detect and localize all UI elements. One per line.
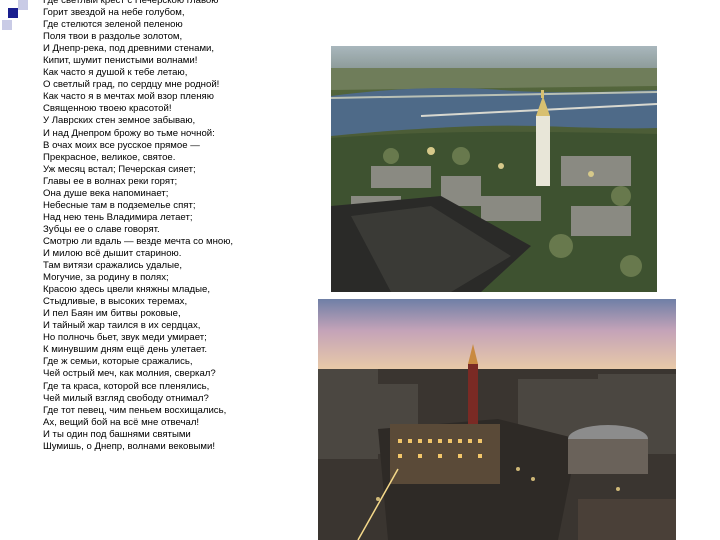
- poem-line: Как часто я душой к тебе летаю,: [43, 67, 188, 79]
- poem-line: Горит звездой на небе голубом,: [43, 7, 185, 19]
- bullet-decoration-shadow: [18, 0, 28, 10]
- poem-line: Где тот певец, чим пеньем восхищались,: [43, 404, 227, 416]
- poem-line: Смотрю ли вдаль — везде мечта со мною,: [43, 235, 234, 247]
- poem-line: Но полночь бьет, звук меди умирает;: [43, 332, 207, 344]
- poem-line: И над Днепром брожу во тьме ночной:: [43, 127, 215, 139]
- poem-line: И Днепр-река, под древними стенами,: [43, 43, 215, 55]
- poem-line: Как часто я в мечтах мой взор пленяю: [43, 91, 214, 103]
- poem-line: Где ж семьи, которые сражались,: [43, 356, 193, 368]
- poem-line: Чей милый взгляд свободу отнимал?: [43, 392, 209, 404]
- poem-line: Священною твоею красотой!: [43, 103, 172, 115]
- poem-line: И тайный жар таился в их сердцах,: [43, 320, 201, 332]
- poem-line: Где светлый крест с Печерскою главою: [43, 0, 219, 6]
- poem-line: Где та краса, которой все пленялись,: [43, 380, 210, 392]
- poem-line: Зубцы ее о славе говорят.: [43, 223, 160, 235]
- poem-line: Стыдливые, в высоких теремах,: [43, 296, 188, 308]
- poem-line: Она душе века напоминает;: [43, 187, 169, 199]
- lavra-aerial-photo: [331, 46, 657, 292]
- poem-line: У Лаврских стен земное забываю,: [43, 115, 196, 127]
- poem-text: Где светлый крест с Печерскою главою Гори…: [43, 0, 315, 453]
- poem-line: Где стелются зеленой пеленою: [43, 19, 183, 31]
- poem-line: Небесные там в подземелье спят;: [43, 199, 196, 211]
- bullet-square-icon: [8, 8, 18, 18]
- poem-line: Красою здесь цвели княжны младые,: [43, 284, 211, 296]
- poem-line: Прекрасное, великое, святое.: [43, 151, 176, 163]
- poem-line: Могучие, за родину в полях;: [43, 272, 169, 284]
- poem-line: И милою всё дышит стариною.: [43, 247, 182, 259]
- poem-line: Ах, вещий бой на всё мне отвечал!: [43, 416, 200, 428]
- poem-line: Там витязи сражались удалые,: [43, 260, 183, 272]
- poem-line: О светлый град, по сердцу мне родной!: [43, 79, 220, 91]
- city-evening-photo: [318, 299, 676, 540]
- bullet-decoration-shadow: [2, 20, 12, 30]
- poem-line: В очах моих все русское прямое —: [43, 139, 200, 151]
- poem-line: Над нею тень Владимира летает;: [43, 211, 193, 223]
- poem-line: К минувшим дням ещё день улетает.: [43, 344, 208, 356]
- poem-line: И ты один под башнями святыми: [43, 428, 191, 440]
- poem-line: Поля твои в раздолье золотом,: [43, 31, 183, 43]
- poem-line: Главы ее в волнах реки горят;: [43, 175, 178, 187]
- poem-line: Шумишь, о Днепр, волнами вековыми!: [43, 440, 215, 452]
- poem-line: Уж месяц встал; Печерская сияет;: [43, 163, 196, 175]
- poem-line: Кипит, шумит пенистыми волнами!: [43, 55, 198, 67]
- poem-line: И пел Баян им битвы роковые,: [43, 308, 181, 320]
- poem-line: Чей острый меч, как молния, сверкал?: [43, 368, 216, 380]
